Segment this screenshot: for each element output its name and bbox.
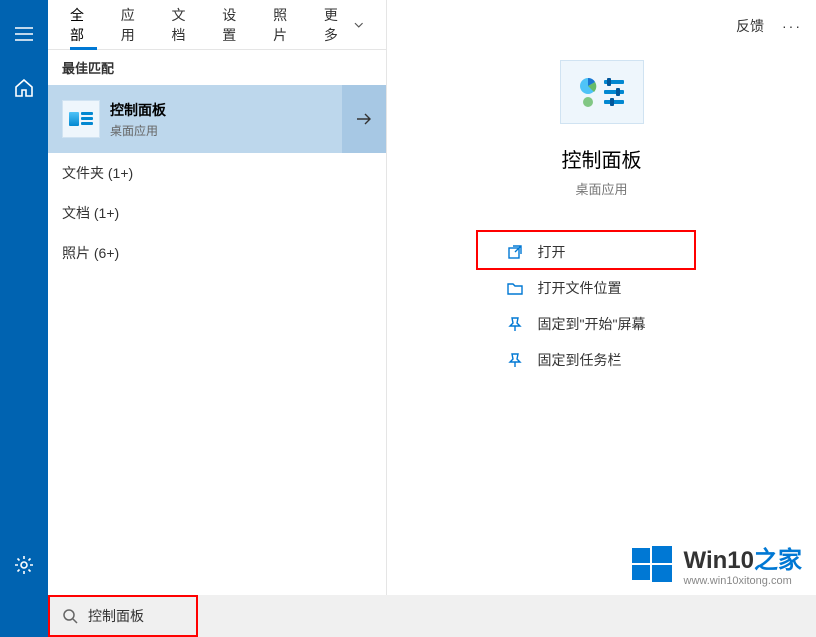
result-control-panel[interactable]: 控制面板 桌面应用 — [48, 85, 386, 153]
brand-title: Win10之家 — [684, 540, 802, 575]
top-right-controls: 反馈 ··· — [736, 16, 802, 36]
tab-all[interactable]: 全部 — [58, 0, 109, 50]
tab-more[interactable]: 更多 — [312, 0, 376, 50]
search-results-panel: 全部 应用 文档 设置 照片 更多 最佳匹配 控制面板 桌面应用 文件夹 (1+… — [48, 0, 387, 637]
action-pin-taskbar-label: 固定到任务栏 — [538, 350, 622, 370]
windows-logo-icon — [630, 542, 674, 586]
best-match-header: 最佳匹配 — [48, 50, 386, 85]
chevron-down-icon — [354, 22, 364, 28]
pin-icon — [506, 315, 524, 333]
detail-control-panel-icon — [560, 60, 644, 124]
result-subtitle: 桌面应用 — [110, 122, 372, 139]
branding-watermark: Win10之家 www.win10xitong.com — [630, 540, 802, 587]
category-photos[interactable]: 照片 (6+) — [48, 233, 386, 273]
detail-subtitle: 桌面应用 — [575, 179, 627, 198]
tab-documents[interactable]: 文档 — [160, 0, 211, 50]
open-icon — [506, 243, 524, 261]
tabs-bar: 全部 应用 文档 设置 照片 更多 — [48, 0, 386, 50]
control-panel-icon — [62, 100, 100, 138]
action-pin-taskbar[interactable]: 固定到任务栏 — [492, 342, 712, 378]
pin-taskbar-icon — [506, 351, 524, 369]
detail-title: 控制面板 — [562, 144, 642, 173]
search-bar[interactable]: 控制面板 — [48, 595, 816, 637]
tab-more-label: 更多 — [324, 5, 351, 45]
search-query-text: 控制面板 — [88, 606, 144, 626]
action-open[interactable]: 打开 — [492, 234, 712, 270]
result-texts: 控制面板 桌面应用 — [110, 100, 372, 139]
tab-apps[interactable]: 应用 — [109, 0, 160, 50]
action-pin-start[interactable]: 固定到"开始"屏幕 — [492, 306, 712, 342]
folder-icon — [506, 279, 524, 297]
more-options-button[interactable]: ··· — [782, 18, 802, 34]
action-open-location[interactable]: 打开文件位置 — [492, 270, 712, 306]
tab-settings[interactable]: 设置 — [210, 0, 261, 50]
result-title: 控制面板 — [110, 100, 372, 120]
actions-list: 打开 打开文件位置 固定到"开始"屏幕 固定到任务栏 — [492, 234, 712, 378]
hamburger-menu-icon[interactable] — [0, 12, 48, 56]
action-open-location-label: 打开文件位置 — [538, 278, 622, 298]
search-icon — [62, 608, 78, 624]
action-pin-start-label: 固定到"开始"屏幕 — [538, 314, 646, 334]
sidebar-rail — [0, 0, 48, 637]
brand-url: www.win10xitong.com — [684, 575, 802, 587]
settings-gear-icon[interactable] — [0, 543, 48, 587]
detail-content: 控制面板 桌面应用 打开 打开文件位置 固定到"开始"屏幕 — [387, 0, 816, 378]
result-expand-button[interactable] — [342, 85, 386, 153]
category-documents[interactable]: 文档 (1+) — [48, 193, 386, 233]
feedback-link[interactable]: 反馈 — [736, 16, 764, 36]
home-icon[interactable] — [0, 66, 48, 110]
action-open-label: 打开 — [538, 242, 566, 262]
tab-photos[interactable]: 照片 — [261, 0, 312, 50]
category-folders[interactable]: 文件夹 (1+) — [48, 153, 386, 193]
arrow-right-icon — [355, 112, 373, 126]
